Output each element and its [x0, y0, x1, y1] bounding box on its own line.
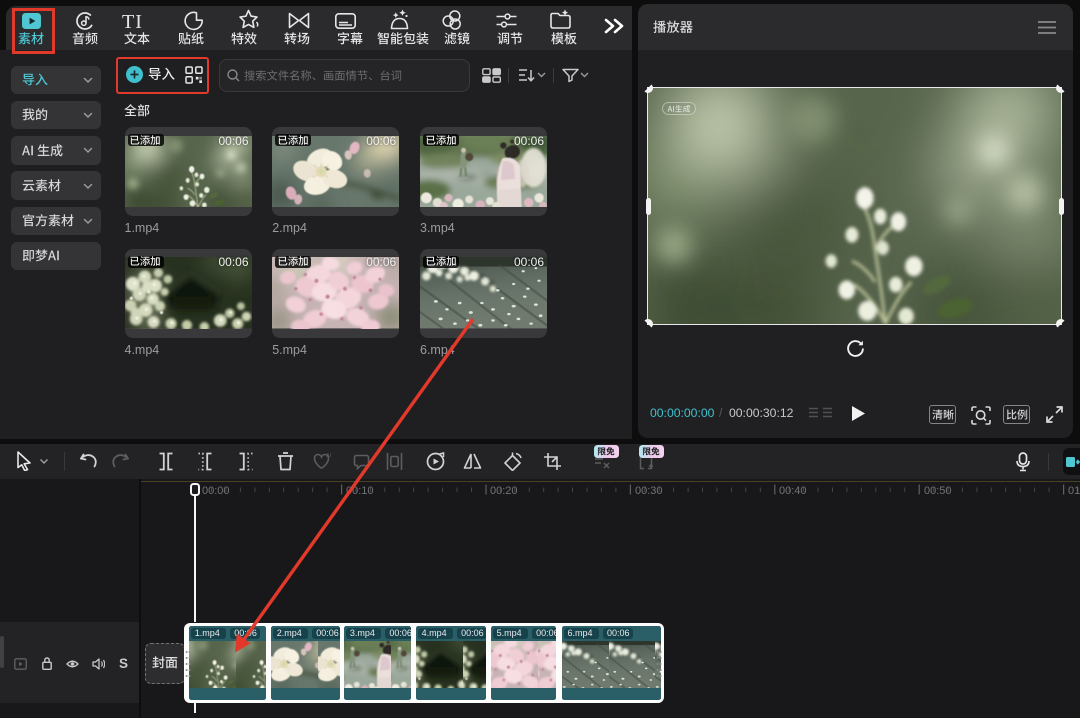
svg-text:AI: AI — [326, 453, 332, 459]
